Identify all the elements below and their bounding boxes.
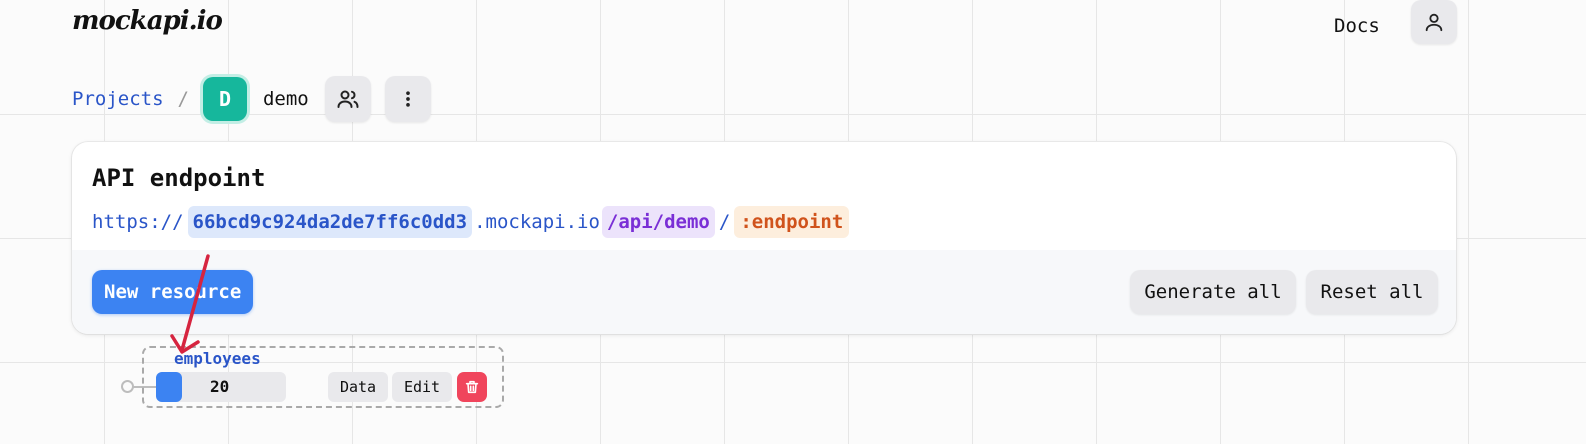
breadcrumb-separator: /: [177, 88, 189, 110]
reset-all-button[interactable]: Reset all: [1306, 270, 1438, 314]
resource-count-value: 20: [210, 377, 230, 396]
project-avatar[interactable]: D: [202, 77, 247, 121]
api-endpoint-card: API endpoint https:// 66bcd9c924da2de7ff…: [72, 142, 1456, 334]
annotation-arrow: [170, 254, 210, 354]
url-domain: .mockapi.io: [474, 211, 600, 233]
url-endpoint: :endpoint: [734, 206, 850, 238]
breadcrumb: Projects / D demo: [72, 75, 445, 123]
project-name: demo: [262, 88, 309, 110]
url-path: /api/demo: [601, 206, 715, 238]
breadcrumb-projects-link[interactable]: Projects: [72, 88, 164, 110]
resource-delete-button[interactable]: [457, 372, 487, 402]
url-scheme: https://: [92, 211, 184, 233]
user-icon: [1425, 13, 1443, 32]
trash-icon: [465, 380, 479, 394]
resource-count-slider[interactable]: 20: [156, 372, 286, 402]
docs-link[interactable]: Docs: [1334, 15, 1380, 37]
resource-edit-button[interactable]: Edit: [392, 372, 452, 402]
resource-connector-dot: [121, 380, 134, 393]
users-icon: [337, 90, 359, 108]
project-members-button[interactable]: [324, 76, 371, 122]
endpoint-url: https:// 66bcd9c924da2de7ff6c0dd3 .mocka…: [92, 204, 850, 240]
url-host-token[interactable]: 66bcd9c924da2de7ff6c0dd3: [187, 206, 473, 238]
project-menu-button[interactable]: [384, 76, 431, 122]
url-slash: /: [718, 211, 731, 233]
more-vertical-icon: [405, 91, 410, 107]
resource-data-button[interactable]: Data: [328, 372, 388, 402]
resource-count-fill: [156, 372, 182, 402]
user-button[interactable]: [1411, 0, 1457, 44]
card-title: API endpoint: [92, 164, 266, 192]
generate-all-button[interactable]: Generate all: [1130, 270, 1296, 314]
logo[interactable]: mockapi.io: [72, 6, 223, 36]
card-footer: New resource Generate all Reset all: [72, 250, 1456, 334]
